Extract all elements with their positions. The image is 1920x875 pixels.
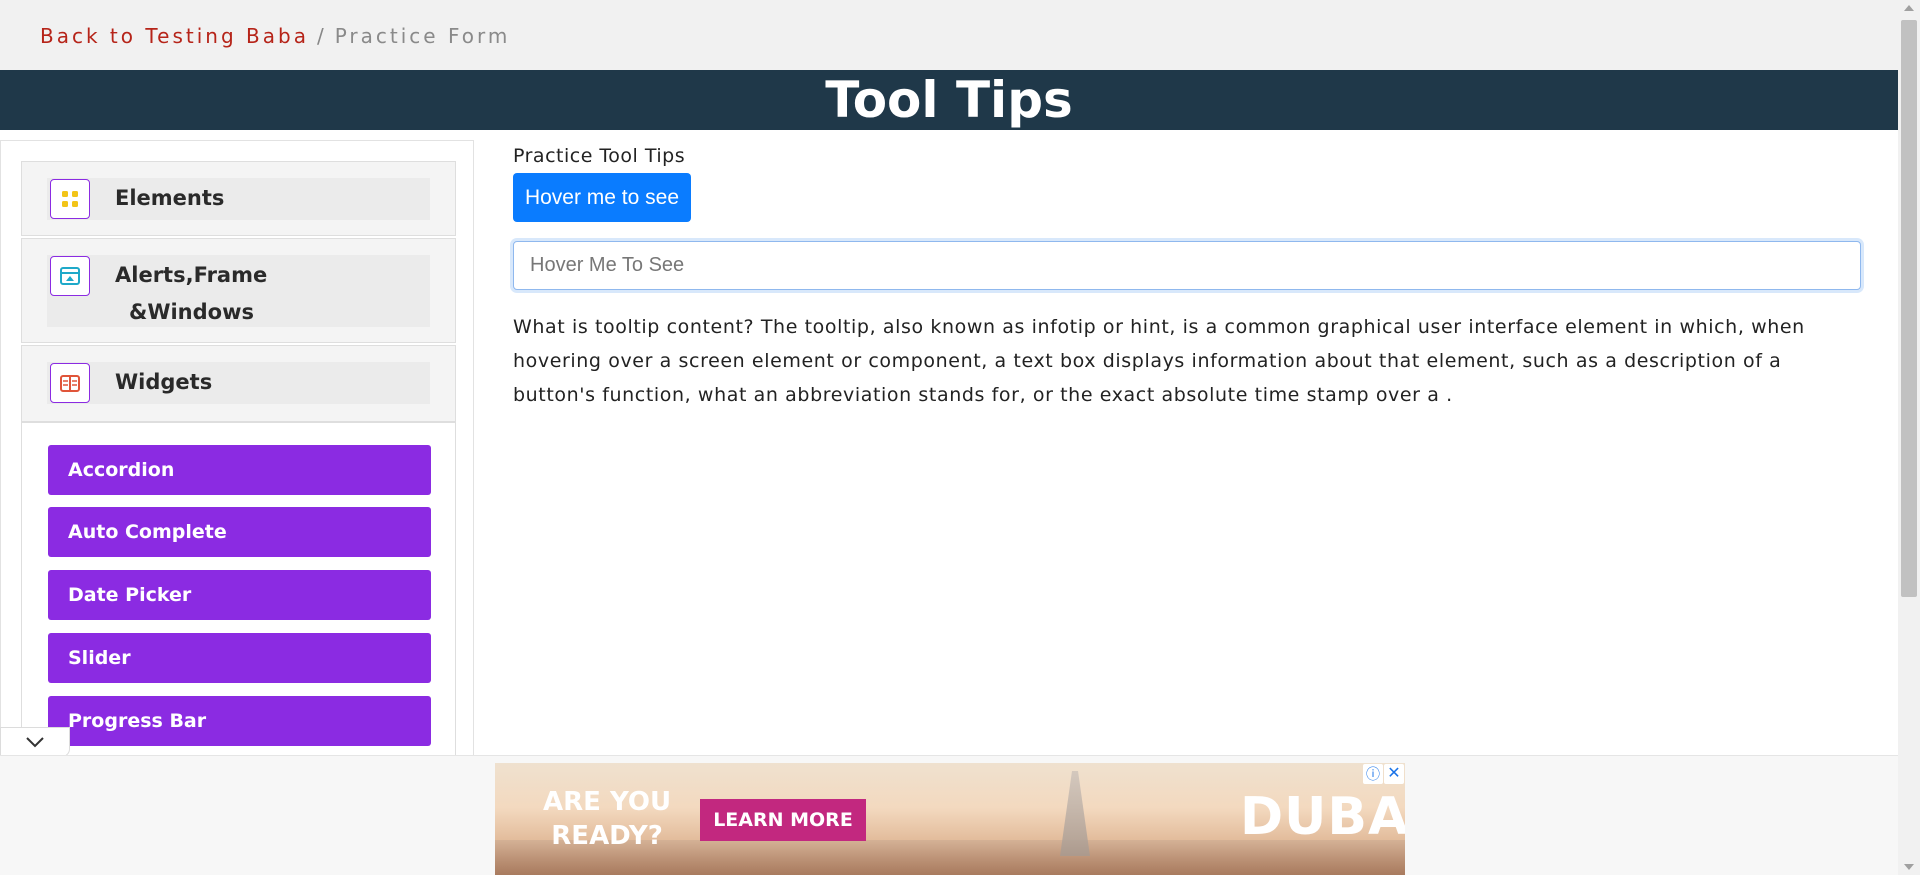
menu-item-auto-complete[interactable]: Auto Complete (48, 507, 431, 557)
sidebar-group-label-line2: &Windows (129, 300, 254, 324)
ad-close-icon[interactable]: ✕ (1384, 764, 1404, 784)
ad-headline-line1: ARE YOU (543, 787, 672, 817)
ad-info-icon[interactable]: ⓘ (1363, 764, 1383, 784)
sidebar-group-elements[interactable]: Elements (21, 161, 456, 236)
page-title-banner: Tool Tips (0, 70, 1898, 130)
advertisement-banner[interactable]: ARE YOU READY? LEARN MORE DUBAI ⓘ ✕ (495, 763, 1405, 875)
page-title: Tool Tips (825, 71, 1073, 129)
sidebar: Elements Alerts,Frame &Windows Widgets A… (0, 140, 474, 760)
tooltip-description: What is tooltip content? The tooltip, al… (513, 316, 1805, 406)
menu-item-progress-bar[interactable]: Progress Bar (48, 696, 431, 746)
sidebar-group-label: Widgets (115, 370, 213, 394)
page-scrollbar[interactable] (1898, 0, 1920, 875)
ad-tower-image (1060, 771, 1090, 856)
widgets-icon (50, 363, 90, 403)
browser-window-icon (50, 256, 90, 296)
chevron-down-icon (26, 737, 44, 748)
menu-item-date-picker[interactable]: Date Picker (48, 570, 431, 620)
back-to-testing-baba-link[interactable]: Back to Testing Baba (40, 24, 309, 48)
breadcrumb: Back to Testing Baba / Practice Form (0, 0, 1898, 70)
widgets-menu: Accordion Auto Complete Date Picker Slid… (21, 421, 456, 760)
ad-brand-logo: DUBAI (1240, 787, 1405, 847)
hover-me-input[interactable] (513, 241, 1861, 290)
elements-grid-icon (50, 179, 90, 219)
collapse-toggle-button[interactable] (0, 727, 70, 757)
breadcrumb-separator: / (316, 24, 327, 48)
scroll-thumb[interactable] (1901, 20, 1917, 597)
ad-learn-more-button[interactable]: LEARN MORE (700, 799, 866, 841)
sidebar-group-label-line1: Alerts,Frame (115, 263, 268, 287)
ad-headline-line2: READY? (551, 821, 663, 851)
menu-item-accordion[interactable]: Accordion (48, 445, 431, 495)
menu-item-slider[interactable]: Slider (48, 633, 431, 683)
sidebar-group-label: Elements (115, 186, 225, 210)
ad-headline: ARE YOU READY? (543, 785, 671, 853)
sidebar-group-header (47, 362, 430, 404)
sidebar-group-header (47, 178, 430, 220)
hover-me-button[interactable]: Hover me to see (513, 173, 691, 222)
sidebar-group-widgets[interactable]: Widgets (21, 345, 456, 423)
sidebar-group-alerts-frame-windows[interactable]: Alerts,Frame &Windows (21, 238, 456, 343)
scroll-up-icon[interactable] (1904, 5, 1914, 11)
breadcrumb-current: Practice Form (334, 24, 511, 48)
section-label: Practice Tool Tips (513, 145, 686, 167)
scroll-down-icon[interactable] (1904, 864, 1914, 870)
